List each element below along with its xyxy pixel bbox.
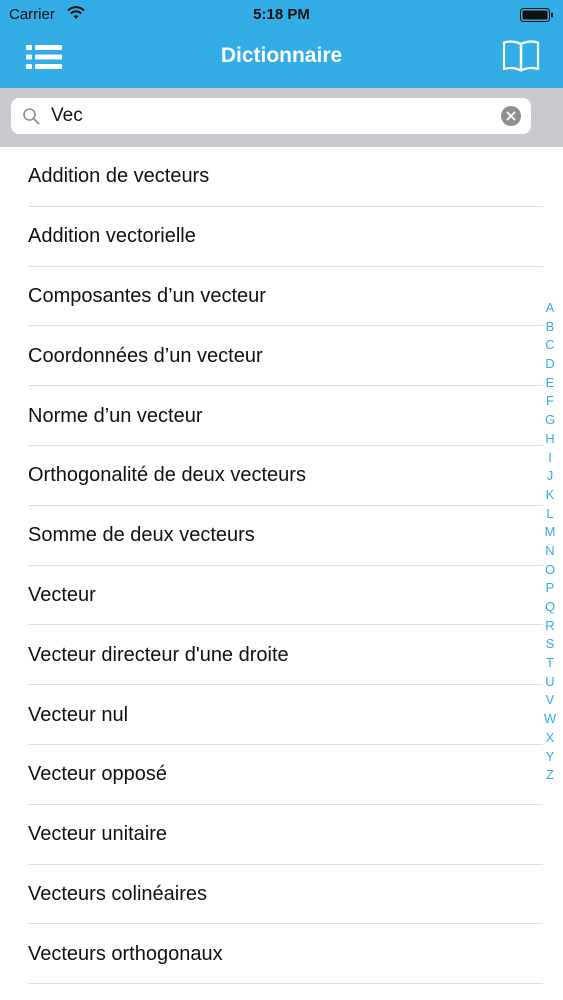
- search-icon: [23, 108, 40, 125]
- dictionary-button[interactable]: [499, 36, 543, 76]
- book-icon: [502, 40, 540, 72]
- index-letter-q[interactable]: Q: [545, 598, 555, 617]
- battery-icon: [520, 8, 553, 22]
- index-letter-p[interactable]: P: [546, 579, 555, 598]
- index-letter-i[interactable]: I: [548, 449, 552, 468]
- list-item-label: Addition vectorielle: [28, 225, 196, 248]
- list-item[interactable]: Somme de deux vecteurs: [0, 506, 563, 566]
- list-item-label: Norme d’un vecteur: [28, 404, 203, 427]
- status-bar: Carrier 5:18 PM: [0, 0, 563, 30]
- index-letter-x[interactable]: X: [546, 729, 555, 748]
- list-item-label: Coordonnées d’un vecteur: [28, 344, 263, 367]
- search-input[interactable]: [51, 102, 491, 130]
- index-letter-y[interactable]: Y: [546, 748, 555, 767]
- status-time: 5:18 PM: [253, 6, 310, 23]
- index-letter-c[interactable]: C: [545, 336, 554, 355]
- list-item[interactable]: Orthogonalité de deux vecteurs: [0, 446, 563, 506]
- index-letter-w[interactable]: W: [544, 710, 556, 729]
- page-title: Dictionnaire: [220, 44, 343, 67]
- index-letter-u[interactable]: U: [545, 673, 554, 692]
- clear-search-button[interactable]: [501, 106, 521, 126]
- index-letter-l[interactable]: L: [546, 505, 553, 524]
- list-item-label: Vecteur opposé: [28, 763, 167, 786]
- index-letter-r[interactable]: R: [545, 617, 554, 636]
- index-letter-k[interactable]: K: [546, 486, 555, 505]
- list-item[interactable]: Vecteurs colinéaires: [0, 865, 563, 925]
- nav-bar: Dictionnaire: [0, 30, 563, 88]
- list-item[interactable]: Vecteur nul: [0, 685, 563, 745]
- list-item[interactable]: Vecteur unitaire: [0, 805, 563, 865]
- index-letter-b[interactable]: B: [546, 318, 555, 337]
- clear-icon: [506, 111, 516, 121]
- list-item-label: Somme de deux vecteurs: [28, 524, 255, 547]
- index-letter-t[interactable]: T: [546, 654, 554, 673]
- index-letter-f[interactable]: F: [546, 392, 554, 411]
- list-item-label: Addition de vecteurs: [28, 165, 210, 188]
- list-item[interactable]: Vecteur directeur d'une droite: [0, 625, 563, 686]
- list-item[interactable]: Addition de vecteurs: [0, 147, 563, 207]
- divider: [28, 983, 543, 985]
- index-letter-o[interactable]: O: [545, 561, 555, 580]
- index-letter-g[interactable]: G: [545, 411, 555, 430]
- results-list: Addition de vecteurs Addition vectoriell…: [0, 147, 563, 985]
- app-screen: Carrier 5:18 PM Dictionnaire Vec Additio…: [0, 0, 563, 1000]
- index-letter-j[interactable]: J: [547, 467, 554, 486]
- list-item[interactable]: Addition vectorielle: [0, 207, 563, 267]
- list-item[interactable]: Composantes d’un vecteur: [0, 267, 563, 327]
- header: Carrier 5:18 PM Dictionnaire: [0, 0, 563, 88]
- index-letter-d[interactable]: D: [545, 355, 554, 374]
- list-item-label: Vecteur nul: [28, 703, 129, 726]
- index-letter-e[interactable]: E: [546, 374, 555, 393]
- index-letter-a[interactable]: A: [546, 299, 555, 318]
- list-item-label: Vecteur: [28, 583, 96, 606]
- list-item-label: Orthogonalité de deux vecteurs: [28, 464, 306, 487]
- list-item[interactable]: Coordonnées d’un vecteur: [0, 326, 563, 387]
- index-letter-s[interactable]: S: [546, 635, 555, 654]
- alphabet-index[interactable]: A B C D E F G H I J K L M N O P Q R S T …: [543, 299, 557, 785]
- search-box[interactable]: [11, 98, 531, 134]
- index-letter-m[interactable]: M: [545, 523, 556, 542]
- list-item-label: Vecteur directeur d'une droite: [28, 643, 289, 666]
- list-item[interactable]: Norme d’un vecteur: [0, 386, 563, 446]
- list-item[interactable]: Vecteurs orthogonaux: [0, 924, 563, 985]
- index-letter-z[interactable]: Z: [546, 766, 554, 785]
- list-item[interactable]: Vecteur opposé: [0, 745, 563, 805]
- list-item-label: Vecteur unitaire: [28, 823, 167, 846]
- index-letter-h[interactable]: H: [545, 430, 554, 449]
- list-item-label: Vecteurs orthogonaux: [28, 942, 223, 965]
- list-item[interactable]: Vecteur: [0, 566, 563, 626]
- search-bar: [0, 88, 563, 147]
- index-letter-v[interactable]: V: [546, 691, 555, 710]
- index-letter-n[interactable]: N: [545, 542, 554, 561]
- list-item-label: Composantes d’un vecteur: [28, 284, 266, 307]
- list-item-label: Vecteurs colinéaires: [28, 882, 207, 905]
